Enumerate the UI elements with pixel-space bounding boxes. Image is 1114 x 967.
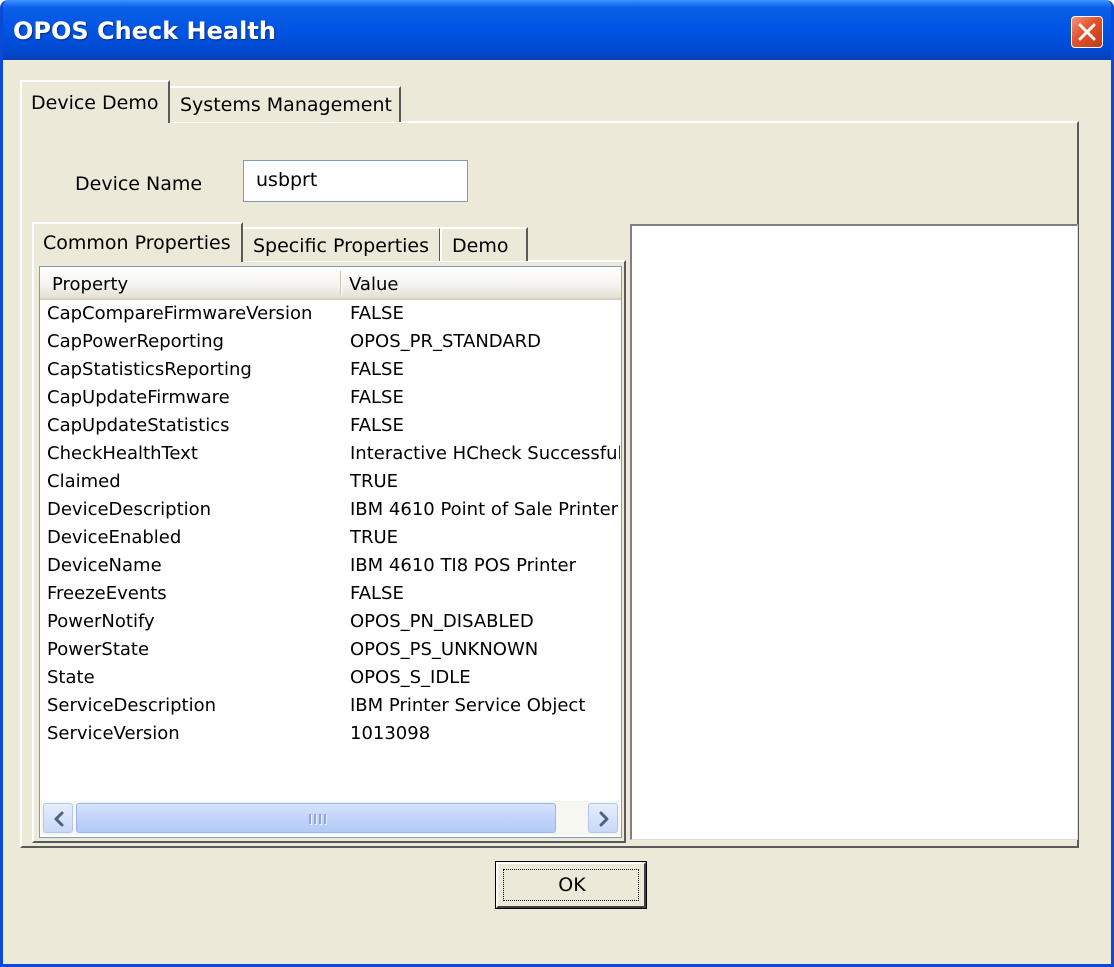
output-pane[interactable] (630, 224, 1078, 840)
properties-list[interactable]: Property Value CapCompareFirmwareVersion… (39, 266, 622, 838)
property-cell: PowerNotify (47, 611, 155, 632)
table-row[interactable]: ServiceDescription IBM Printer Service O… (40, 693, 621, 721)
value-cell: OPOS_PN_DISABLED (350, 611, 534, 632)
column-divider[interactable] (340, 271, 341, 295)
device-name-input[interactable]: usbprt (243, 160, 468, 202)
property-cell: CheckHealthText (47, 443, 198, 464)
value-cell: FALSE (350, 583, 404, 604)
value-cell: OPOS_PR_STANDARD (350, 331, 542, 352)
table-row[interactable]: Claimed TRUE (40, 469, 621, 497)
table-row[interactable]: PowerNotify OPOS_PN_DISABLED (40, 609, 621, 637)
table-row[interactable]: DeviceDescription IBM 4610 Point of Sale… (40, 497, 621, 525)
table-row[interactable]: CapCompareFirmwareVersion FALSE (40, 301, 621, 329)
scroll-left-button[interactable] (43, 803, 73, 833)
property-cell: FreezeEvents (47, 583, 167, 604)
property-cell: CapCompareFirmwareVersion (47, 303, 313, 324)
table-row[interactable]: CapStatisticsReporting FALSE (40, 357, 621, 385)
grip-icon (314, 814, 316, 824)
list-header: Property Value (40, 267, 621, 300)
device-name-label: Device Name (75, 173, 203, 195)
window-title: OPOS Check Health (13, 17, 276, 45)
value-cell: TRUE (350, 471, 399, 492)
value-cell: TRUE (350, 527, 399, 548)
property-cell: DeviceEnabled (47, 527, 182, 548)
table-row[interactable]: CapPowerReporting OPOS_PR_STANDARD (40, 329, 621, 357)
value-cell: Interactive HCheck Successful (350, 443, 620, 464)
tab-common-properties[interactable]: Common Properties (32, 222, 243, 262)
close-icon (1078, 23, 1096, 41)
table-row[interactable]: PowerState OPOS_PS_UNKNOWN (40, 637, 621, 665)
ok-button-label: OK (558, 874, 586, 896)
value-cell: IBM 4610 Point of Sale Printer (350, 499, 619, 520)
table-row[interactable]: CapUpdateFirmware FALSE (40, 385, 621, 413)
column-header-value[interactable]: Value (349, 274, 398, 295)
grip-icon (309, 814, 311, 824)
property-cell: CapUpdateFirmware (47, 387, 230, 408)
property-cell: DeviceName (47, 555, 162, 576)
property-cell: PowerState (47, 639, 150, 660)
grip-icon (324, 814, 326, 824)
horizontal-scrollbar[interactable] (41, 801, 620, 835)
tab-specific-properties[interactable]: Specific Properties (241, 227, 441, 261)
ok-button[interactable]: OK (495, 861, 647, 909)
value-cell: FALSE (350, 359, 404, 380)
value-cell: 1013098 (350, 723, 431, 744)
value-cell: FALSE (350, 303, 404, 324)
column-header-property[interactable]: Property (52, 274, 128, 295)
focus-rect: OK (503, 869, 639, 901)
chevron-right-icon (599, 811, 609, 827)
close-button[interactable] (1071, 16, 1103, 48)
table-row[interactable]: CapUpdateStatistics FALSE (40, 413, 621, 441)
chevron-left-icon (54, 811, 64, 827)
property-cell: ServiceVersion (47, 723, 180, 744)
property-cell: State (47, 667, 95, 688)
value-cell: FALSE (350, 387, 404, 408)
title-bar[interactable]: OPOS Check Health (3, 0, 1111, 60)
value-cell: FALSE (350, 415, 404, 436)
table-row[interactable]: DeviceEnabled TRUE (40, 525, 621, 553)
scroll-thumb[interactable] (76, 803, 556, 833)
grip-icon (319, 814, 321, 824)
table-row[interactable]: FreezeEvents FALSE (40, 581, 621, 609)
table-row[interactable]: ServiceVersion 1013098 (40, 721, 621, 749)
property-cell: ServiceDescription (47, 695, 217, 716)
property-cell: CapStatisticsReporting (47, 359, 252, 380)
table-row[interactable]: State OPOS_S_IDLE (40, 665, 621, 693)
tab-systems-management[interactable]: Systems Management (168, 86, 401, 122)
scroll-right-button[interactable] (588, 803, 618, 833)
property-cell: CapPowerReporting (47, 331, 224, 352)
value-cell: IBM 4610 TI8 POS Printer (350, 555, 576, 576)
value-cell: OPOS_S_IDLE (350, 667, 471, 688)
property-cell: CapUpdateStatistics (47, 415, 230, 436)
tab-demo[interactable]: Demo (440, 227, 528, 261)
property-cell: Claimed (47, 471, 121, 492)
tab-device-demo[interactable]: Device Demo (20, 80, 170, 123)
value-cell: OPOS_PS_UNKNOWN (350, 639, 539, 660)
value-cell: IBM Printer Service Object (350, 695, 586, 716)
table-row[interactable]: CheckHealthText Interactive HCheck Succe… (40, 441, 621, 469)
table-row[interactable]: DeviceName IBM 4610 TI8 POS Printer (40, 553, 621, 581)
property-cell: DeviceDescription (47, 499, 212, 520)
